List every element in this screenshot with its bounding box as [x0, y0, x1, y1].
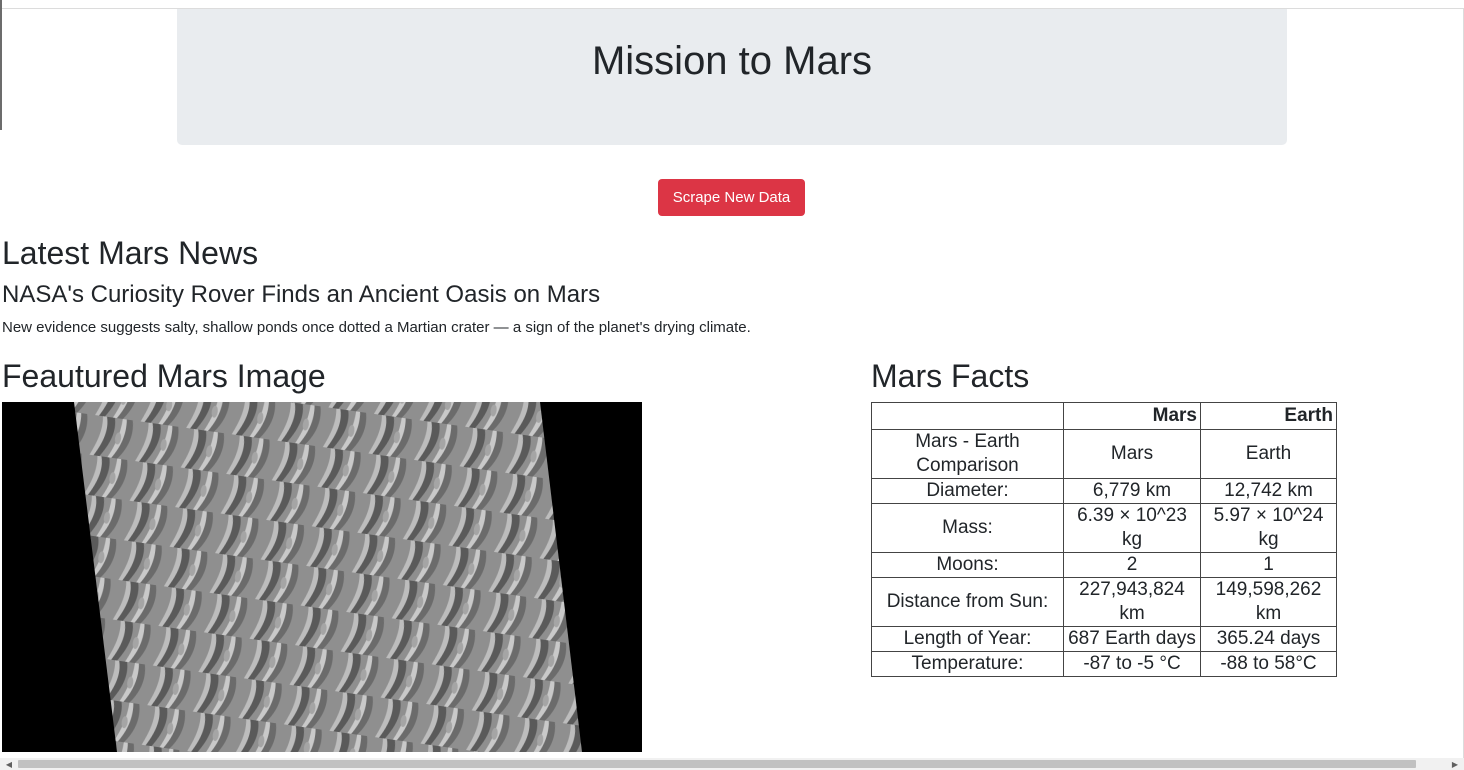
earth-value: Earth [1200, 429, 1337, 479]
featured-image-heading: Feautured Mars Image [2, 358, 326, 394]
news-paragraph: New evidence suggests salty, shallow pon… [2, 319, 751, 336]
mars-value: 6,779 km [1063, 478, 1201, 504]
row-label: Temperature: [871, 651, 1064, 677]
mars-value: Mars [1063, 429, 1201, 479]
earth-value: 5.97 × 10^24 kg [1200, 503, 1337, 553]
table-row: Moons: 2 1 [871, 552, 1337, 578]
mars-value: 227,943,824 km [1063, 577, 1201, 627]
row-label: Distance from Sun: [871, 577, 1064, 627]
earth-value: 1 [1200, 552, 1337, 578]
table-row: Mars - Earth Comparison Mars Earth [871, 429, 1337, 479]
mars-dunes-image [2, 402, 642, 752]
window-left-border [0, 0, 2, 130]
column-header: Earth [1200, 402, 1337, 430]
mars-value: 687 Earth days [1063, 626, 1201, 652]
column-header: Mars [1063, 402, 1201, 430]
page-title: Mission to Mars [591, 39, 873, 83]
triangle-left-icon[interactable]: ◀ [2, 758, 16, 770]
earth-value: 365.24 days [1200, 626, 1337, 652]
scrape-new-data-button[interactable]: Scrape New Data [658, 179, 805, 216]
table-row: Mass: 6.39 × 10^23 kg 5.97 × 10^24 kg [871, 503, 1337, 553]
row-label: Length of Year: [871, 626, 1064, 652]
earth-value: -88 to 58°C [1200, 651, 1337, 677]
row-label: Mars - Earth Comparison [871, 429, 1064, 479]
row-label: Moons: [871, 552, 1064, 578]
news-title: NASA's Curiosity Rover Finds an Ancient … [2, 281, 601, 308]
facts-heading: Mars Facts [871, 358, 1030, 394]
mars-facts-table: Mars Earth Mars - Earth Comparison Mars … [871, 402, 1337, 677]
header-jumbotron: Mission to Mars [177, 9, 1287, 145]
row-label: Mass: [871, 503, 1064, 553]
mars-value: -87 to -5 °C [1063, 651, 1201, 677]
earth-value: 149,598,262 km [1200, 577, 1337, 627]
horizontal-scrollbar[interactable]: ◀ ▶ [0, 758, 1464, 770]
table-row: Diameter: 6,779 km 12,742 km [871, 478, 1337, 504]
table-row: Distance from Sun: 227,943,824 km 149,59… [871, 577, 1337, 627]
table-row: Temperature: -87 to -5 °C -88 to 58°C [871, 651, 1337, 677]
mars-value: 6.39 × 10^23 kg [1063, 503, 1201, 553]
table-row: Length of Year: 687 Earth days 365.24 da… [871, 626, 1337, 652]
featured-mars-image [2, 402, 642, 752]
row-label: Diameter: [871, 478, 1064, 504]
news-heading: Latest Mars News [2, 235, 259, 271]
column-header [871, 402, 1064, 430]
mars-value: 2 [1063, 552, 1201, 578]
table-header-row: Mars Earth [871, 402, 1337, 430]
earth-value: 12,742 km [1200, 478, 1337, 504]
scrollbar-thumb[interactable] [18, 760, 1416, 768]
triangle-right-icon[interactable]: ▶ [1448, 758, 1462, 770]
